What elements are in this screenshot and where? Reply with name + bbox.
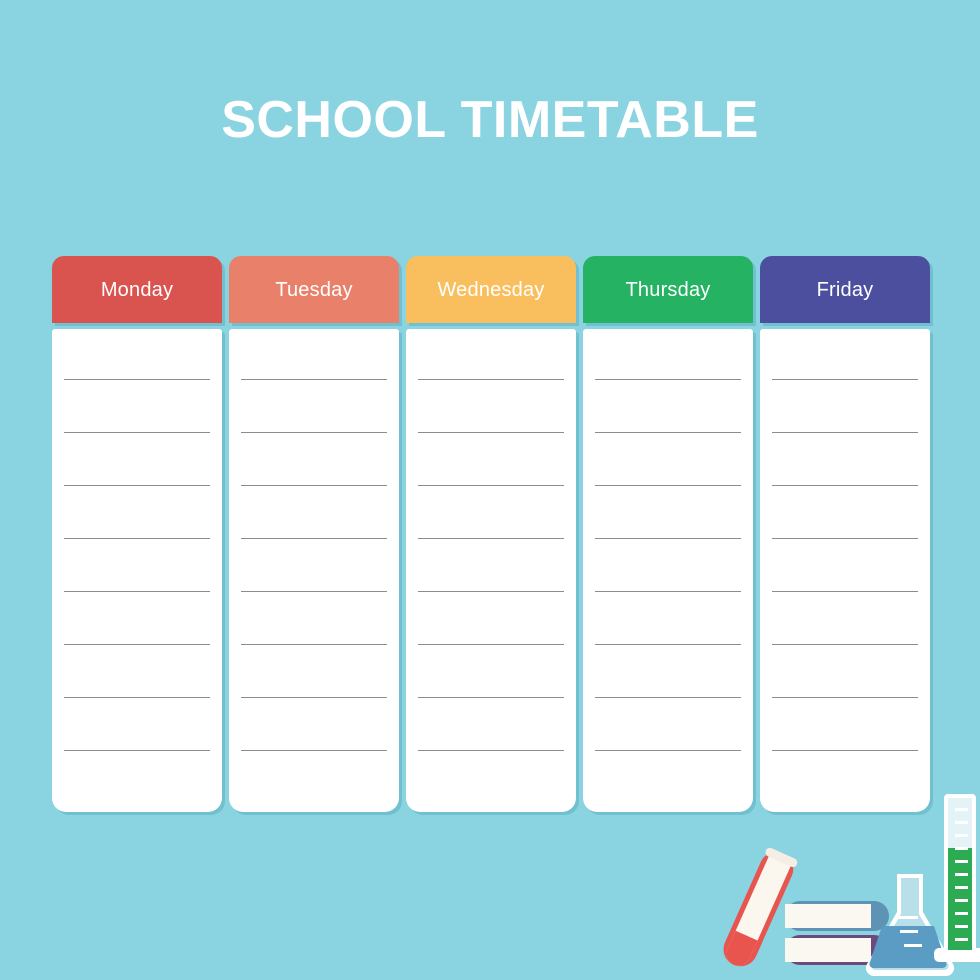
rule-line: [595, 432, 741, 433]
rule-stack: [64, 329, 210, 812]
flask-mark-1: [896, 916, 918, 919]
erlenmeyer-flask-icon: [865, 874, 955, 977]
day-card-monday[interactable]: [52, 329, 222, 812]
cylinder-glass: [948, 798, 972, 950]
rule-line: [772, 485, 918, 486]
day-header-label: Thursday: [625, 278, 711, 301]
flask-glass: [871, 878, 949, 971]
rule-line: [241, 591, 387, 592]
rule-line: [595, 379, 741, 380]
rule-line: [241, 750, 387, 751]
test-tube-icon: [723, 847, 798, 967]
rule-line: [64, 379, 210, 380]
rule-line: [772, 644, 918, 645]
rule-line: [241, 697, 387, 698]
rule-line: [595, 538, 741, 539]
graduated-cylinder-icon: [934, 794, 980, 962]
cylinder-base: [934, 948, 980, 962]
rule-line: [64, 750, 210, 751]
test-tube-rim: [765, 847, 798, 868]
rule-line: [772, 538, 918, 539]
rule-line: [418, 485, 564, 486]
rule-line: [418, 644, 564, 645]
day-header-wednesday[interactable]: Wednesday: [406, 256, 576, 323]
day-column-thursday: Thursday: [583, 256, 753, 812]
day-header-label: Monday: [100, 278, 174, 301]
rule-line: [64, 697, 210, 698]
day-card-thursday[interactable]: [583, 329, 753, 812]
day-card-wednesday[interactable]: [406, 329, 576, 812]
rule-stack: [595, 329, 741, 812]
day-column-wednesday: Wednesday: [406, 256, 576, 812]
day-card-friday[interactable]: [760, 329, 930, 812]
rule-line: [772, 379, 918, 380]
rule-line: [418, 750, 564, 751]
timetable-grid: Monday Tuesday Wednesday Thursday Friday: [52, 256, 930, 812]
day-header-friday[interactable]: Friday: [760, 256, 930, 323]
rule-line: [241, 379, 387, 380]
day-column-friday: Friday: [760, 256, 930, 812]
test-tube-inner: [726, 853, 792, 966]
rule-stack: [772, 329, 918, 812]
rule-line: [595, 644, 741, 645]
timetable-page: SCHOOL TIMETABLE Monday Tuesday Wednesda…: [0, 0, 980, 980]
rule-line: [241, 538, 387, 539]
rule-line: [418, 379, 564, 380]
flask-outline: [865, 874, 955, 977]
rule-line: [595, 697, 741, 698]
rule-line: [418, 432, 564, 433]
book-top-cover: [785, 901, 889, 931]
book-bottom-pages: [785, 938, 871, 962]
test-tube-liquid: [726, 930, 758, 966]
day-column-tuesday: Tuesday: [229, 256, 399, 812]
rule-stack: [418, 329, 564, 812]
test-tube-body: [723, 851, 794, 967]
day-header-label: Friday: [816, 278, 874, 301]
rule-line: [241, 644, 387, 645]
day-card-tuesday[interactable]: [229, 329, 399, 812]
day-header-label: Tuesday: [275, 278, 353, 301]
rule-line: [64, 644, 210, 645]
rule-stack: [241, 329, 387, 812]
book-top-pages: [785, 904, 871, 928]
flask-mark-3: [904, 944, 922, 947]
rule-line: [241, 432, 387, 433]
rule-line: [418, 697, 564, 698]
cylinder-outline: [944, 794, 976, 954]
page-title: SCHOOL TIMETABLE: [221, 91, 759, 149]
day-column-monday: Monday: [52, 256, 222, 812]
flask-mark-2: [900, 930, 918, 933]
day-header-tuesday[interactable]: Tuesday: [229, 256, 399, 323]
day-header-label: Wednesday: [437, 278, 545, 301]
book-bottom-cover: [785, 935, 889, 965]
rule-line: [595, 750, 741, 751]
rule-line: [64, 538, 210, 539]
rule-line: [241, 485, 387, 486]
flask-liquid: [869, 926, 947, 969]
rule-line: [64, 485, 210, 486]
cylinder-graduations: [955, 808, 968, 941]
day-header-thursday[interactable]: Thursday: [583, 256, 753, 323]
book-stack-icon: [785, 901, 889, 965]
rule-line: [418, 591, 564, 592]
rule-line: [772, 750, 918, 751]
rule-line: [595, 591, 741, 592]
rule-line: [772, 432, 918, 433]
rule-line: [64, 432, 210, 433]
rule-line: [595, 485, 741, 486]
rule-line: [772, 591, 918, 592]
day-header-monday[interactable]: Monday: [52, 256, 222, 323]
rule-line: [418, 538, 564, 539]
rule-line: [64, 591, 210, 592]
rule-line: [772, 697, 918, 698]
cylinder-liquid: [948, 848, 972, 950]
